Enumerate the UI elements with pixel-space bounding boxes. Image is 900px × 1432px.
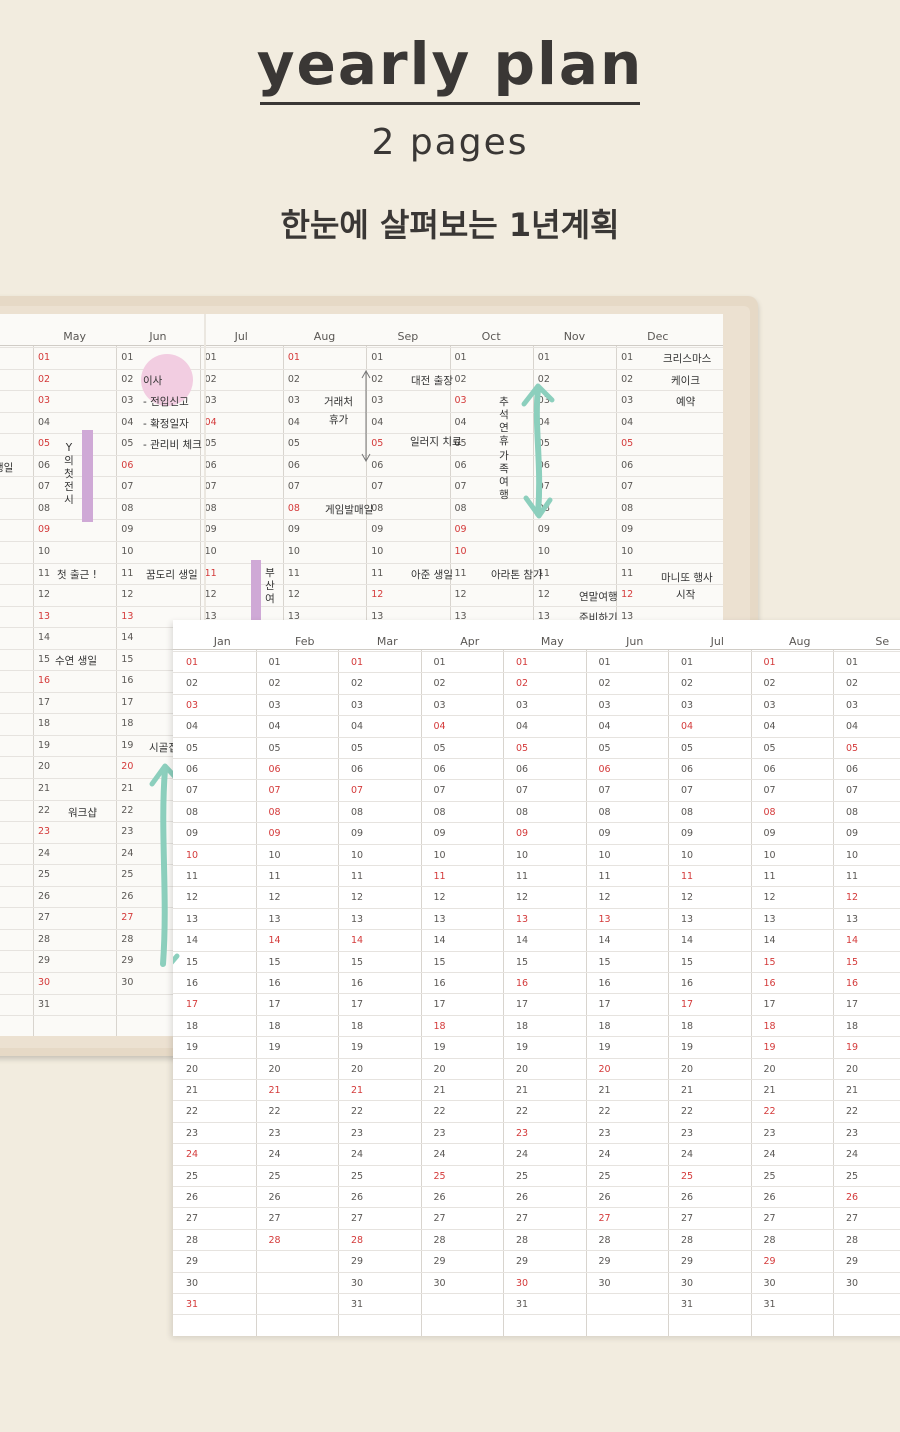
page-tagline: 한눈에 살펴보는 1년계획 <box>280 206 620 244</box>
mint-arrow-tail-icon <box>173 953 180 965</box>
arrow-annotations <box>173 953 180 965</box>
title-underline <box>260 102 640 105</box>
double-arrow-icon <box>361 369 371 463</box>
front-yearly-sheet: 30 29 28 27 26 25 24 23 22 21 20 19 18 17 16 15 14 13 12 11… <box>173 620 900 1336</box>
page-subtitle: 2 pages <box>371 122 529 163</box>
mint-double-arrow-icon <box>521 383 555 519</box>
page-title: yearly plan <box>256 30 644 98</box>
